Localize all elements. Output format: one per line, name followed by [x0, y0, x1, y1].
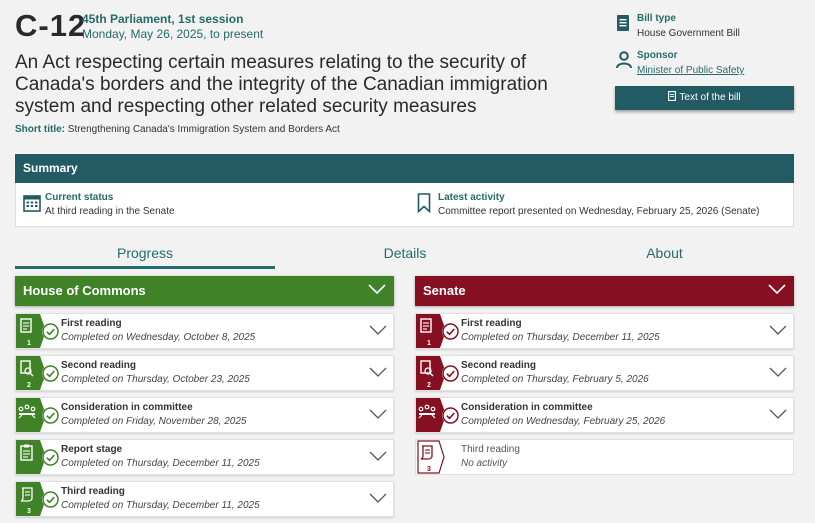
chevron-down-icon — [768, 284, 786, 295]
text-of-bill-button[interactable]: Text of the bill — [615, 86, 794, 110]
chevron-down-icon — [369, 409, 387, 419]
checkmark-icon — [42, 365, 59, 382]
stage-name: Report stage — [61, 444, 123, 455]
senate-title: Senate — [423, 283, 466, 298]
stage-detail: Completed on Wednesday, October 8, 2025 — [61, 332, 256, 343]
tab-about[interactable]: About — [535, 245, 794, 261]
bookmark-icon — [417, 193, 431, 213]
stage-detail: No activity — [461, 458, 508, 469]
stage-name: Consideration in committee — [61, 402, 193, 413]
stage-name: First reading — [61, 318, 122, 329]
document-icon — [668, 91, 677, 101]
active-tab-indicator — [15, 266, 275, 269]
summary-heading: Summary — [15, 154, 794, 183]
tab-progress[interactable]: Progress — [15, 245, 275, 261]
stage-detail: Completed on Thursday, February 5, 2026 — [461, 374, 649, 385]
short-title: Short title: Strengthening Canada's Immi… — [15, 124, 340, 135]
stage-detail: Completed on Thursday, October 23, 2025 — [61, 374, 250, 385]
short-title-value: Strengthening Canada's Immigration Syste… — [67, 124, 340, 135]
house-of-commons-header[interactable]: House of Commons — [15, 276, 394, 306]
latest-activity-value: Committee report presented on Wednesday,… — [438, 206, 760, 217]
stage-name: Third reading — [61, 486, 125, 497]
session-date: Monday, May 26, 2025, to present — [82, 27, 264, 41]
chevron-down-icon — [769, 409, 787, 419]
house-stage-1[interactable]: 1 First reading Completed on Wednesday, Oc… — [15, 313, 394, 349]
document-icon — [617, 15, 629, 31]
chevron-down-icon — [369, 325, 387, 335]
stage-name: Second reading — [461, 360, 537, 371]
stage-detail: Completed on Thursday, December 11, 2025 — [61, 458, 260, 469]
scroll-icon: 3 — [417, 440, 445, 474]
latest-activity-label: Latest activity — [438, 192, 505, 203]
senate-stage-1[interactable]: 1 First reading Completed on Thursday, Dec… — [415, 313, 794, 349]
house-stage-2[interactable]: 2 Second reading Completed on Thursday, Oc… — [15, 355, 394, 391]
chevron-down-icon — [368, 284, 386, 295]
senate-stage-2[interactable]: 2 Second reading Completed on Thursday, Fe… — [415, 355, 794, 391]
stage-number: 1 — [427, 340, 431, 347]
senate-stage-4: 3 Third reading No activity — [415, 439, 794, 475]
checkmark-icon — [42, 323, 59, 340]
stage-detail: Completed on Thursday, December 11, 2025 — [461, 332, 660, 343]
chevron-down-icon — [769, 367, 787, 377]
short-title-label: Short title: — [15, 124, 65, 135]
checkmark-icon — [442, 407, 459, 424]
stage-name: Third reading — [461, 444, 520, 455]
text-of-bill-label: Text of the bill — [679, 92, 741, 103]
stage-number: 1 — [27, 340, 31, 347]
stage-name: First reading — [461, 318, 522, 329]
summary-panel: Current status At third reading in the S… — [15, 183, 794, 227]
tab-details[interactable]: Details — [275, 245, 535, 261]
chevron-down-icon — [369, 367, 387, 377]
person-icon — [616, 51, 632, 69]
sponsor-link[interactable]: Minister of Public Safety — [637, 65, 744, 76]
checkmark-icon — [442, 323, 459, 340]
bill-title: An Act respecting certain measures relat… — [15, 52, 548, 117]
current-status-label: Current status — [45, 192, 114, 203]
current-status-value: At third reading in the Senate — [45, 206, 175, 217]
bill-type-value: House Government Bill — [637, 28, 740, 39]
calendar-icon — [23, 195, 41, 212]
chevron-down-icon — [369, 451, 387, 461]
bill-type-label: Bill type — [637, 13, 676, 24]
checkmark-icon — [42, 407, 59, 424]
house-stage-3[interactable]: Consideration in committee Completed on F… — [15, 397, 394, 433]
senate-header[interactable]: Senate — [415, 276, 794, 306]
house-stage-4[interactable]: Report stage Completed on Thursday, Decem… — [15, 439, 394, 475]
stage-detail: Completed on Wednesday, February 25, 202… — [461, 416, 666, 427]
chevron-down-icon — [769, 325, 787, 335]
session-label: 45th Parliament, 1st session — [82, 12, 244, 26]
stage-number: 3 — [427, 466, 431, 473]
checkmark-icon — [442, 365, 459, 382]
sponsor-label: Sponsor — [637, 50, 678, 61]
chevron-down-icon — [369, 493, 387, 503]
stage-number: 2 — [427, 382, 431, 389]
stage-name: Consideration in committee — [461, 402, 593, 413]
house-stage-5[interactable]: 3 Third reading Completed on Thursday, Dec… — [15, 481, 394, 517]
stage-number: 2 — [27, 382, 31, 389]
stage-name: Second reading — [61, 360, 137, 371]
stage-detail: Completed on Friday, November 28, 2025 — [61, 416, 247, 427]
senate-stage-3[interactable]: Consideration in committee Completed on W… — [415, 397, 794, 433]
checkmark-icon — [42, 491, 59, 508]
house-of-commons-title: House of Commons — [23, 283, 146, 298]
stage-detail: Completed on Thursday, December 11, 2025 — [61, 500, 260, 511]
stage-number: 3 — [27, 508, 31, 515]
bill-number: C-12 — [15, 8, 87, 43]
checkmark-icon — [42, 449, 59, 466]
